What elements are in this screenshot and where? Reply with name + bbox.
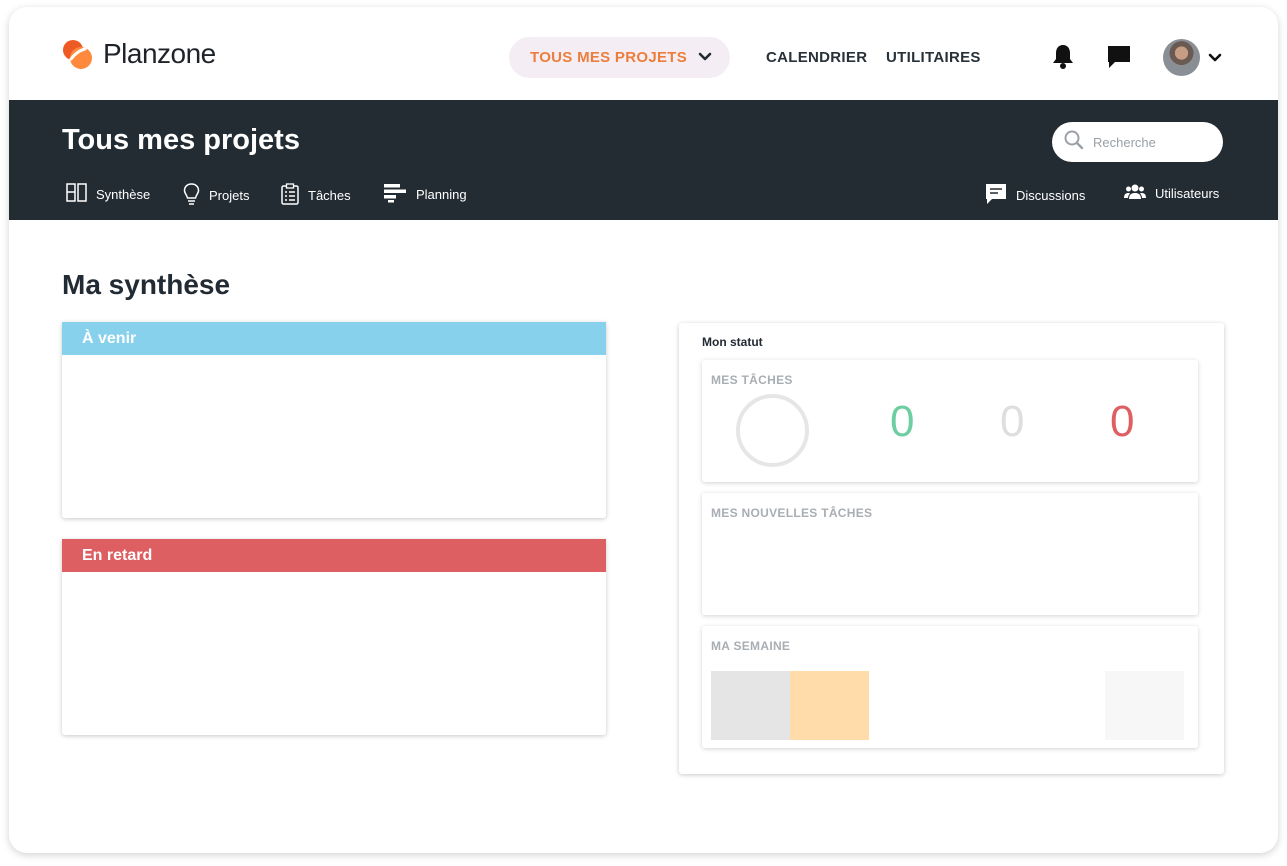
layout-icon xyxy=(66,183,96,205)
tab-label: Discussions xyxy=(1016,188,1086,203)
tab-discussions[interactable]: Discussions xyxy=(985,183,1085,208)
my-week-title: MA SEMAINE xyxy=(711,639,791,653)
my-week-card: MA SEMAINE xyxy=(702,626,1198,748)
chevron-down-icon[interactable] xyxy=(1208,51,1222,69)
clipboard-list-icon xyxy=(281,183,308,208)
week-block xyxy=(711,671,790,740)
status-card: Mon statut MES TÂCHES 0 0 0 MES NOUVELLE… xyxy=(679,323,1224,774)
lightbulb-icon xyxy=(183,183,209,208)
brand-name: Planzone xyxy=(103,38,216,69)
my-tasks-card: MES TÂCHES 0 0 0 xyxy=(702,360,1198,482)
avatar[interactable] xyxy=(1163,39,1200,76)
search-input[interactable]: Recherche xyxy=(1052,122,1223,162)
nav-utilities[interactable]: UTILITAIRES xyxy=(886,49,981,66)
chevron-down-icon xyxy=(698,50,712,69)
status-title: Mon statut xyxy=(702,335,763,349)
tab-projets[interactable]: Projets xyxy=(183,183,249,208)
tab-label: Synthèse xyxy=(96,186,151,202)
tasks-donut-chart xyxy=(736,394,809,467)
logo[interactable]: Planzone xyxy=(61,37,216,71)
late-card-header: En retard xyxy=(62,539,606,572)
app-window: Planzone TOUS MES PROJETS CALENDRIER UTI… xyxy=(9,7,1278,853)
projects-menu-button[interactable]: TOUS MES PROJETS xyxy=(509,37,730,78)
search-placeholder: Recherche xyxy=(1093,134,1156,150)
planzone-logo-icon xyxy=(61,37,95,71)
messages-icon[interactable] xyxy=(1106,44,1132,75)
bell-icon[interactable] xyxy=(1051,43,1075,75)
tab-label: Planning xyxy=(416,187,467,202)
page-title: Tous mes projets xyxy=(62,124,300,156)
tab-taches[interactable]: Tâches xyxy=(281,183,351,208)
page-header-band: Tous mes projets Recherche Synthèse Proj… xyxy=(9,100,1278,220)
gantt-icon xyxy=(383,183,416,206)
top-header: Planzone TOUS MES PROJETS CALENDRIER UTI… xyxy=(9,7,1278,100)
tab-label: Utilisateurs xyxy=(1155,185,1220,201)
search-icon xyxy=(1064,130,1084,155)
week-block xyxy=(1105,671,1184,740)
projects-menu-label: TOUS MES PROJETS xyxy=(530,49,688,66)
nav-calendar[interactable]: CALENDRIER xyxy=(766,49,867,66)
chat-icon xyxy=(985,183,1016,208)
late-card: En retard xyxy=(62,539,606,735)
tab-label: Projets xyxy=(209,188,250,203)
new-tasks-title: MES NOUVELLES TÂCHES xyxy=(711,506,873,520)
new-tasks-card: MES NOUVELLES TÂCHES xyxy=(702,493,1198,615)
week-block xyxy=(790,671,869,740)
section-title: Ma synthèse xyxy=(62,269,231,300)
my-tasks-title: MES TÂCHES xyxy=(711,373,793,387)
tasks-count-done: 0 xyxy=(890,397,915,446)
users-icon xyxy=(1124,183,1155,203)
upcoming-card: À venir xyxy=(62,322,606,518)
tab-label: Tâches xyxy=(308,188,351,203)
tasks-count-late: 0 xyxy=(1110,397,1135,446)
tab-synthese[interactable]: Synthèse xyxy=(66,183,150,205)
tasks-count-pending: 0 xyxy=(1000,397,1025,446)
tab-planning[interactable]: Planning xyxy=(383,183,467,206)
tab-utilisateurs[interactable]: Utilisateurs xyxy=(1124,183,1219,203)
upcoming-card-header: À venir xyxy=(62,322,606,355)
